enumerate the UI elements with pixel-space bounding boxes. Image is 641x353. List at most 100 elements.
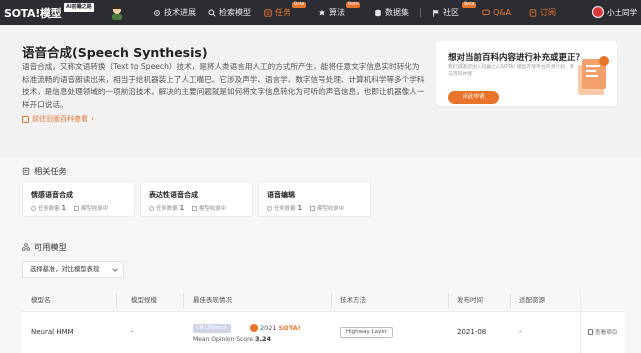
models-table: 模型名 模型规模 最佳表现情况 技术方法 发布时间 适配资源 Neural HM… [22, 289, 625, 353]
task-card[interactable]: 表达性语音合成 任务数量 1 模型收录中 [140, 181, 253, 217]
settings-icon [319, 9, 325, 15]
username[interactable]: 小土同学 [607, 0, 637, 25]
column-header[interactable]: 发布时间 [457, 289, 483, 312]
old-wiki-link[interactable]: 前往旧版百科查看 › [22, 114, 94, 124]
column-divider [331, 293, 332, 308]
task-count-label: 任务数量 [38, 206, 60, 212]
column-header[interactable]: 模型名 [31, 289, 51, 312]
task-meta: 任务数量 1 模型收录中 [31, 204, 108, 212]
task-count-label: 任务数量 [274, 206, 296, 212]
task-card[interactable]: 情感语音合成 任务数量 1 模型收录中 [22, 181, 135, 217]
nav-label: 算法 [329, 8, 345, 17]
column-divider [116, 293, 117, 308]
old-wiki-link-label: 前往旧版百科查看 [32, 115, 88, 123]
benchmark-tag[interactable]: CN LJSpeech [193, 324, 231, 333]
table-header: 模型名 模型规模 最佳表现情况 技术方法 发布时间 适配资源 [22, 289, 625, 312]
task-icon [264, 8, 272, 17]
nav-qa[interactable]: Q&A [482, 0, 511, 25]
task-name: 语音编辑 [267, 191, 295, 199]
task-name: 表达性语音合成 [149, 191, 198, 199]
task-card[interactable]: 语音编辑 任务数量 1 模型收录中 [258, 181, 371, 217]
chat-icon [482, 9, 490, 16]
page-description: 语音合成，又称文语转换（Text to Speech）技术，是将人类语言用人工的… [22, 62, 425, 109]
nav-search-models[interactable]: 检索模型 [208, 0, 251, 25]
contribution-card: 想对当前百科内容进行补充或更正？ 我们诚邀您加入机器之心SOTA! 模型开放平台… [436, 41, 617, 106]
task-count-icon [31, 205, 36, 211]
task-meta: 任务数量 1 模型收录中 [149, 204, 226, 212]
column-header[interactable]: 模型规模 [131, 289, 157, 312]
sota-icon [250, 324, 258, 332]
logo[interactable]: SOTA!模型 AI前瞻之路 [4, 3, 122, 22]
metric: Mean Opinion Score 3.24 [193, 335, 271, 343]
model-status-icon [192, 205, 198, 211]
database-icon [375, 9, 381, 16]
column-header[interactable]: 最佳表现情况 [193, 289, 232, 312]
nav-label: 社区 [443, 8, 459, 17]
nav-label: Q&A [493, 8, 512, 17]
available-models-title: 可用模型 [34, 242, 67, 252]
logo-text: SOTA!模型 [4, 6, 62, 20]
apply-button[interactable]: 点此申请 [448, 91, 499, 104]
related-tasks-title: 相关任务 [34, 166, 67, 176]
gear-icon [154, 9, 160, 16]
models-icon [22, 243, 30, 251]
nav-label: 检索模型 [219, 8, 251, 17]
nav-label: 数据集 [385, 8, 409, 17]
page-title: 语音合成(Speech Synthesis) [22, 45, 208, 60]
task-count: 1 [61, 204, 67, 212]
view-project-button[interactable]: 查看项目 [588, 328, 617, 336]
available-models-heading: 可用模型 [22, 241, 67, 253]
task-status: 模型收录中 [199, 206, 227, 212]
chevron-down-icon [112, 266, 118, 272]
nav-label: 技术进展 [164, 8, 196, 17]
mascot-icon [112, 6, 122, 20]
resources: - [519, 328, 522, 336]
metric-value: 3.24 [255, 335, 272, 343]
model-status-icon [310, 205, 316, 211]
release-date: 2021-08 [457, 328, 487, 336]
view-project-label: 查看项目 [595, 330, 618, 336]
clipboard-icon [22, 167, 30, 175]
column-header[interactable]: 适配资源 [519, 289, 545, 312]
model-scale: - [131, 328, 134, 336]
beta-badge: Beta [346, 2, 361, 8]
task-status: 模型收录中 [81, 206, 109, 212]
task-count: 1 [179, 204, 185, 212]
task-name: 情感语音合成 [31, 191, 73, 199]
avatar[interactable] [592, 6, 604, 18]
nav-algorithms[interactable]: 算法 [318, 0, 345, 25]
nav-tasks[interactable]: 任务 [264, 0, 291, 25]
logo-subtitle: AI前瞻之路 [64, 3, 94, 12]
task-count: 1 [297, 204, 303, 212]
benchmark-select-value: 选择基准，对比模型表现 [30, 266, 100, 273]
action-column [580, 289, 625, 353]
column-header[interactable]: 技术方法 [340, 289, 366, 312]
contribution-text: 我们诚邀您加入机器之心SOTA! 模型开放平台内测计划，参与百科共建 [448, 65, 575, 77]
column-divider [183, 293, 184, 308]
chevron-right-icon: › [91, 115, 94, 123]
beta-badge: Beta [292, 2, 307, 8]
nav-community[interactable]: 社区 [432, 0, 459, 25]
task-count-icon [267, 205, 272, 211]
nav-datasets[interactable]: 数据集 [374, 0, 409, 25]
metric-name: Mean Opinion Score [193, 336, 254, 343]
nav-divider [420, 8, 421, 17]
method-tag[interactable]: Highway Layer [340, 327, 393, 338]
contribution-title: 想对当前百科内容进行补充或更正？ [448, 53, 585, 63]
task-count-label: 任务数量 [156, 206, 178, 212]
sota-label: SOTA! [278, 324, 301, 332]
model-status-icon [74, 205, 80, 211]
column-divider [510, 293, 511, 308]
nav-label: 订阅 [540, 8, 556, 17]
beta-badge: Beta [462, 2, 477, 8]
sota-info: 2021 SOTA! [260, 324, 301, 332]
benchmark-select[interactable]: 选择基准，对比模型表现 [22, 261, 124, 278]
related-tasks-heading: 相关任务 [22, 165, 67, 177]
subscribe-icon [529, 8, 537, 17]
task-meta: 任务数量 1 模型收录中 [267, 204, 344, 212]
document-icon [588, 329, 593, 335]
nav-subscribe[interactable]: 订阅 [529, 0, 556, 25]
model-name[interactable]: Neural HMM [31, 328, 74, 336]
nav-tech-progress[interactable]: 技术进展 [153, 0, 196, 25]
column-divider [448, 293, 449, 308]
